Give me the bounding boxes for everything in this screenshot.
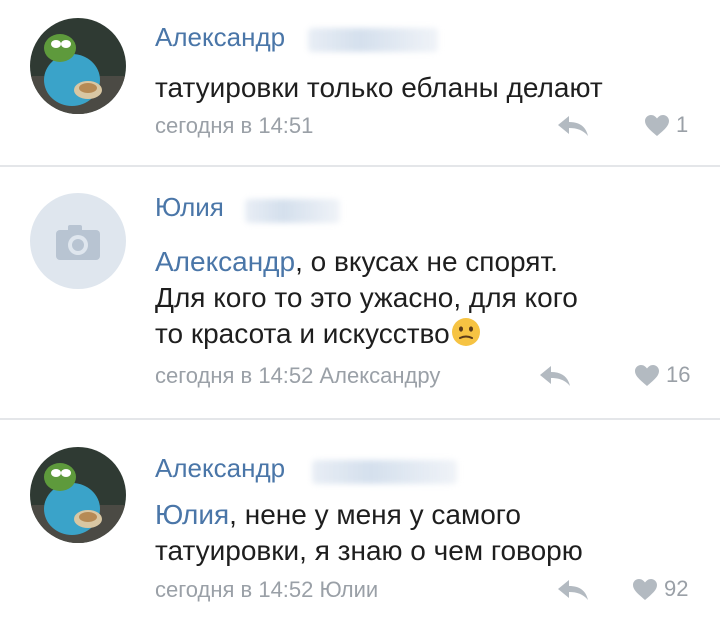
redaction-blur	[312, 460, 457, 484]
pepe-frog-avatar-icon	[30, 447, 126, 543]
mention-link[interactable]: Александр	[155, 246, 295, 277]
like-count: 1	[676, 112, 689, 137]
comment-1: Александр татуировки только ебланы делаю…	[0, 0, 720, 165]
comment-author[interactable]: Александр	[155, 22, 285, 53]
reply-icon[interactable]	[556, 114, 590, 138]
comment-text: татуировки только ебланы делают	[155, 72, 603, 103]
text-line-1: Александр, о вкусах не спорят.	[155, 244, 702, 280]
comment-author[interactable]: Юлия	[155, 192, 224, 223]
comment-text: Александр, о вкусах не спорят. Для кого …	[155, 244, 702, 352]
like-count: 92	[664, 576, 689, 601]
comment-author[interactable]: Александр	[155, 453, 285, 484]
like-count: 16	[666, 362, 691, 387]
like-button[interactable]: 16	[634, 362, 690, 388]
comment-2: Юлия Александр, о вкусах не спорят. Для …	[0, 167, 720, 418]
text-line-2: татуировки, я знаю о чем говорю	[155, 535, 583, 566]
text-line-3: то красота и искусство	[155, 316, 702, 352]
comment-3: Александр Юлия, нене у меня у самого тат…	[0, 420, 720, 631]
like-button[interactable]: 1	[644, 112, 688, 138]
heart-icon	[633, 578, 657, 600]
text-line-1: Юлия, нене у меня у самого	[155, 497, 702, 533]
avatar[interactable]	[30, 193, 126, 289]
avatar[interactable]	[30, 18, 126, 114]
redaction-blur	[245, 199, 340, 223]
comment-text: Юлия, нене у меня у самого татуировки, я…	[155, 497, 702, 569]
confused-face-emoji-icon	[451, 318, 480, 346]
text-line-2: Для кого то это ужасно, для кого	[155, 282, 578, 313]
camera-icon	[30, 193, 126, 289]
mention-link[interactable]: Юлия	[155, 499, 229, 530]
reply-icon[interactable]	[538, 364, 572, 388]
like-button[interactable]: 92	[632, 576, 688, 602]
reply-icon[interactable]	[556, 578, 590, 602]
avatar[interactable]	[30, 447, 126, 543]
pepe-frog-avatar-icon	[30, 18, 126, 114]
heart-icon	[635, 364, 659, 386]
text-fragment: , о вкусах не спорят.	[295, 246, 558, 277]
text-fragment: то красота и искусство	[155, 318, 450, 349]
text-fragment: , нене у меня у самого	[229, 499, 521, 530]
comment-timestamp: сегодня в 14:51	[155, 113, 314, 138]
comment-timestamp: сегодня в 14:52 Юлии	[155, 577, 379, 602]
comment-timestamp: сегодня в 14:52 Александру	[155, 363, 441, 388]
heart-icon	[645, 114, 669, 136]
redaction-blur	[308, 28, 438, 52]
